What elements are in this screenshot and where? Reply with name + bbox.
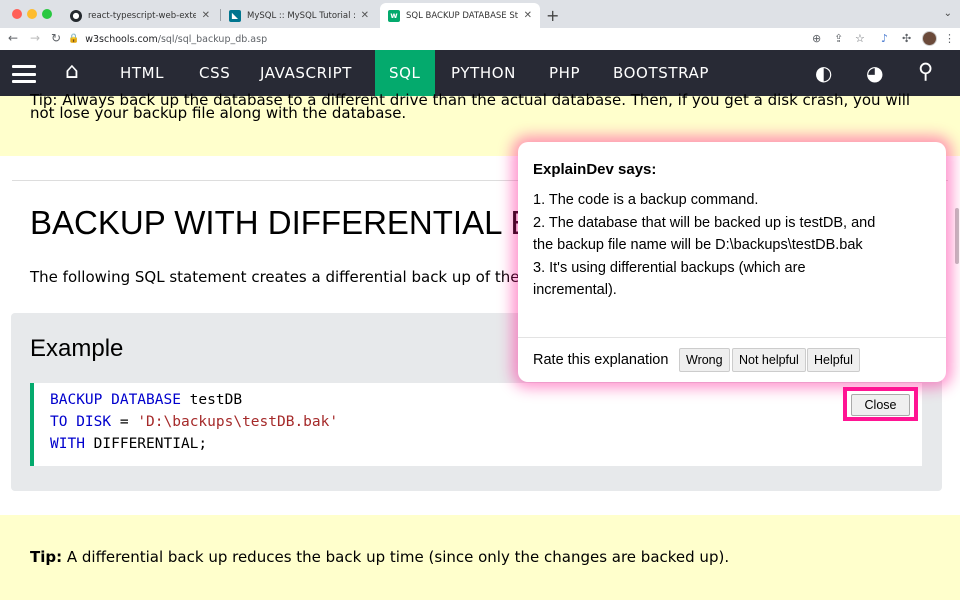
code-line: WITH DIFFERENTIAL; (50, 436, 208, 452)
url-text: w3schools.com/sql/sql_backup_db.asp (85, 33, 268, 45)
explanation-line: 3. It's using differential backups (whic… (533, 259, 806, 276)
window-close-button[interactable] (12, 9, 22, 19)
window-minimize-button[interactable] (27, 9, 37, 19)
rate-label: Rate this explanation (533, 352, 669, 368)
tab-search-icon[interactable]: ⌄ (944, 8, 952, 19)
explanation-line: 2. The database that will be backed up i… (533, 214, 876, 231)
bookmark-star-icon[interactable]: ☆ (855, 32, 865, 45)
close-tab-icon[interactable]: ✕ (202, 10, 210, 21)
profile-avatar[interactable] (922, 31, 937, 46)
github-icon: ● (70, 9, 82, 22)
popup-title: ExplainDev says: (533, 161, 657, 178)
explanation-line: 1. The code is a backup command. (533, 192, 759, 208)
menu-hamburger-icon[interactable] (12, 65, 36, 83)
back-icon[interactable]: ← (8, 31, 18, 45)
reload-icon[interactable]: ↻ (51, 31, 61, 45)
explanation-line: the backup file name will be D:\backups\… (533, 237, 863, 253)
mysql-icon: ◣ (229, 9, 241, 22)
close-tab-icon[interactable]: ✕ (361, 10, 369, 21)
browser-tab[interactable]: ◣ MySQL :: MySQL Tutorial :: 7 E ✕ (221, 3, 377, 28)
share-icon[interactable]: ⇪ (834, 32, 843, 45)
close-button-highlight: Close (843, 387, 918, 421)
tab-title: react-typescript-web-extensio (88, 10, 196, 21)
dark-mode-icon[interactable]: ◐ (815, 61, 832, 85)
extensions-puzzle-icon[interactable]: ✣ (902, 32, 911, 45)
rate-not-helpful-button[interactable]: Not helpful (732, 348, 806, 372)
browser-menu-icon[interactable]: ⋮ (944, 32, 955, 45)
address-bar[interactable]: 🔒 w3schools.com/sql/sql_backup_db.asp (68, 30, 868, 48)
close-button[interactable]: Close (851, 394, 910, 416)
popup-explanation: 1. The code is a backup command. 2. The … (533, 189, 933, 302)
code-line: BACKUP DATABASE testDB (50, 392, 243, 408)
home-icon[interactable]: ⌂ (65, 59, 79, 84)
tab-title: MySQL :: MySQL Tutorial :: 7 E (247, 10, 355, 21)
lock-icon: 🔒 (68, 34, 80, 44)
rate-wrong-button[interactable]: Wrong (679, 348, 730, 372)
search-icon[interactable]: ⚲ (918, 59, 933, 83)
page-heading: BACKUP WITH DIFFERENTIAL E (30, 204, 533, 241)
browser-tab-strip: ● react-typescript-web-extensio ✕ ◣ MySQ… (0, 0, 960, 28)
browser-tab[interactable]: ● react-typescript-web-extensio ✕ (62, 3, 218, 28)
tab-title: SQL BACKUP DATABASE State (406, 10, 518, 21)
explanation-line: incremental). (533, 282, 617, 298)
forward-icon[interactable]: → (30, 31, 40, 45)
extension-icon[interactable]: ♪ (881, 32, 888, 45)
globe-icon[interactable]: ◕ (866, 61, 883, 85)
scrollbar-thumb[interactable] (955, 208, 959, 264)
code-line: TO DISK = 'D:\backups\testDB.bak' (50, 414, 339, 430)
code-block: BACKUP DATABASE testDB TO DISK = 'D:\bac… (30, 383, 922, 466)
example-title: Example (30, 335, 124, 362)
w3schools-icon: w (388, 9, 400, 22)
browser-toolbar: ← → ↻ 🔒 w3schools.com/sql/sql_backup_db.… (0, 28, 960, 50)
browser-tab-active[interactable]: w SQL BACKUP DATABASE State ✕ (380, 3, 540, 28)
tip-text: Tip: A differential back up reduces the … (30, 548, 730, 566)
close-tab-icon[interactable]: ✕ (524, 10, 532, 21)
explain-popup: ExplainDev says: 1. The code is a backup… (518, 142, 946, 382)
window-zoom-button[interactable] (42, 9, 52, 19)
intro-text: The following SQL statement creates a di… (30, 268, 520, 286)
new-tab-icon[interactable]: + (546, 6, 559, 25)
zoom-icon[interactable]: ⊕ (812, 32, 821, 45)
popup-divider (518, 337, 946, 338)
rate-helpful-button[interactable]: Helpful (807, 348, 860, 372)
tip-text-partial: Tip: Always back up the database to a di… (30, 91, 911, 109)
tip-box-bottom: Tip: A differential back up reduces the … (0, 515, 960, 600)
